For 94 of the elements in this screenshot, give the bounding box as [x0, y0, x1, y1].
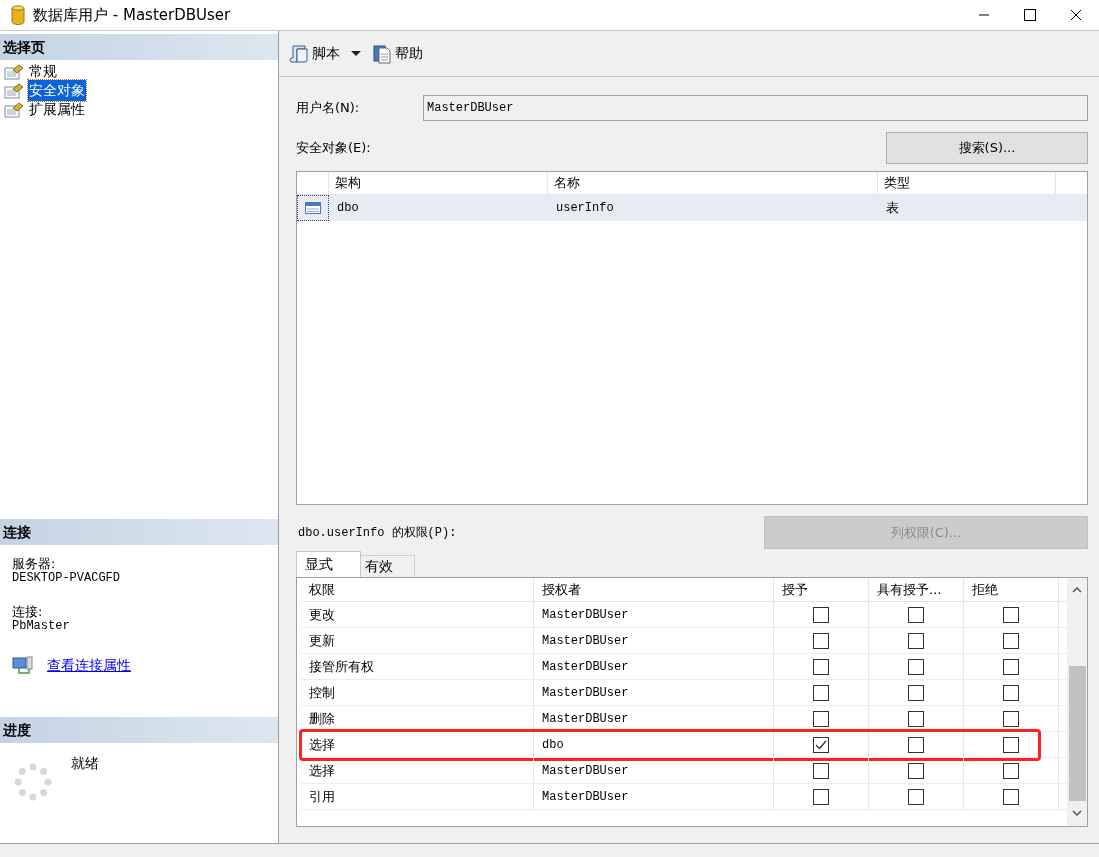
table-row[interactable]: 接管所有权 MasterDBUser [301, 654, 1067, 680]
table-cell: MasterDBUser [534, 706, 774, 731]
tab[interactable]: 显式 [296, 551, 361, 577]
column-header[interactable]: 授权者 [534, 578, 774, 601]
column-header[interactable]: 具有授予... [869, 578, 964, 601]
checkbox[interactable] [908, 684, 924, 701]
table-cell: 选择 [301, 758, 534, 783]
column-header[interactable]: 授予 [774, 578, 869, 601]
table-cell: 更改 [301, 602, 534, 627]
field-label: 安全对象(E): [296, 139, 371, 158]
table-row[interactable]: 删除 MasterDBUser [301, 706, 1067, 732]
table-cell: MasterDBUser [534, 654, 774, 679]
checkbox[interactable] [813, 736, 829, 753]
document-icon [372, 43, 392, 64]
table-cell: 更新 [301, 628, 534, 653]
checkbox[interactable] [813, 606, 829, 623]
column-header[interactable]: 拒绝 [964, 578, 1059, 601]
page-icon [4, 101, 24, 118]
section-header: 连接 [0, 519, 278, 545]
page-icon [4, 82, 24, 99]
toolbar-button[interactable]: 脚本 [287, 40, 342, 67]
page-icon [4, 63, 24, 80]
checkbox[interactable] [1003, 684, 1019, 701]
table-cell: MasterDBUser [534, 680, 774, 705]
table-cell: 删除 [301, 706, 534, 731]
table-cell: 接管所有权 [301, 654, 534, 679]
page-item[interactable]: 安全对象 [28, 80, 86, 101]
toolbar-button[interactable]: 帮助 [370, 40, 425, 67]
checkbox[interactable] [1003, 606, 1019, 623]
column-header[interactable]: 权限 [301, 578, 534, 601]
table-row[interactable]: dbo userInfo 表 [297, 195, 1087, 221]
table-row[interactable]: 引用 MasterDBUser [301, 784, 1067, 810]
table-row[interactable]: 选择 MasterDBUser [301, 758, 1067, 784]
search-button[interactable]: 搜索(S)... [886, 132, 1088, 164]
tab[interactable]: 有效 [361, 555, 415, 577]
table-row[interactable]: 更新 MasterDBUser [301, 628, 1067, 654]
table-cell: MasterDBUser [534, 758, 774, 783]
checkbox[interactable] [1003, 658, 1019, 675]
checkbox[interactable] [908, 632, 924, 649]
table-cell: dbo [534, 732, 774, 757]
connection-label: 连接: [12, 605, 43, 619]
table-cell: MasterDBUser [534, 784, 774, 809]
checkbox[interactable] [908, 788, 924, 805]
scroll-icon [289, 43, 309, 64]
checkbox[interactable] [813, 632, 829, 649]
table-cell: 引用 [301, 784, 534, 809]
computer-icon [12, 655, 34, 676]
section-header: 选择页 [0, 34, 278, 60]
checkbox[interactable] [1003, 710, 1019, 727]
table-row[interactable]: 更改 MasterDBUser [301, 602, 1067, 628]
checkbox[interactable] [813, 788, 829, 805]
checkbox[interactable] [1003, 736, 1019, 753]
connection-properties-link[interactable]: 查看连接属性 [47, 655, 131, 676]
table-icon [305, 202, 321, 214]
scrollbar[interactable] [1067, 578, 1087, 826]
column-header[interactable]: 名称 [548, 172, 878, 194]
progress-status: 就绪 [71, 754, 99, 773]
checkbox[interactable] [1003, 762, 1019, 779]
table-cell: MasterDBUser [534, 628, 774, 653]
table-cell: 控制 [301, 680, 534, 705]
checkbox[interactable] [1003, 788, 1019, 805]
table-cell-text: 表 [885, 199, 900, 218]
server-label: 服务器: [12, 557, 56, 571]
field-label: 用户名(N): [296, 99, 361, 118]
column-header[interactable]: 类型 [878, 172, 1056, 194]
window-title: 数据库用户 - MasterDBUser [33, 4, 231, 26]
checkbox[interactable] [813, 658, 829, 675]
checkbox[interactable] [813, 762, 829, 779]
column-header[interactable]: 架构 [329, 172, 548, 194]
checkbox[interactable] [813, 710, 829, 727]
database-icon [11, 5, 25, 25]
checkbox[interactable] [908, 606, 924, 623]
page-item[interactable]: 扩展属性 [28, 99, 86, 120]
close-icon [1070, 9, 1082, 21]
section-header: 进度 [0, 717, 278, 743]
checkbox[interactable] [908, 736, 924, 753]
checkbox[interactable] [908, 710, 924, 727]
page-item[interactable]: 常规 [28, 61, 58, 82]
table-cell-text: dbo [336, 200, 360, 217]
caret-icon [351, 50, 361, 57]
checkbox[interactable] [1003, 632, 1019, 649]
checkbox[interactable] [908, 762, 924, 779]
connection-name: PbMaster [12, 619, 70, 633]
table-cell: 选择 [301, 732, 534, 757]
user-name-field[interactable]: MasterDBUser [423, 95, 1088, 121]
maximize-icon [1024, 9, 1036, 21]
table-row[interactable]: 控制 MasterDBUser [301, 680, 1067, 706]
table-cell-text: userInfo [555, 200, 615, 217]
permissions-label: dbo.userInfo 的权限(P): [298, 524, 457, 542]
table-cell: MasterDBUser [534, 602, 774, 627]
checkbox[interactable] [813, 684, 829, 701]
server-name: DESKTOP-PVACGFD [12, 571, 121, 585]
checkbox[interactable] [908, 658, 924, 675]
spinner-icon [14, 763, 52, 801]
